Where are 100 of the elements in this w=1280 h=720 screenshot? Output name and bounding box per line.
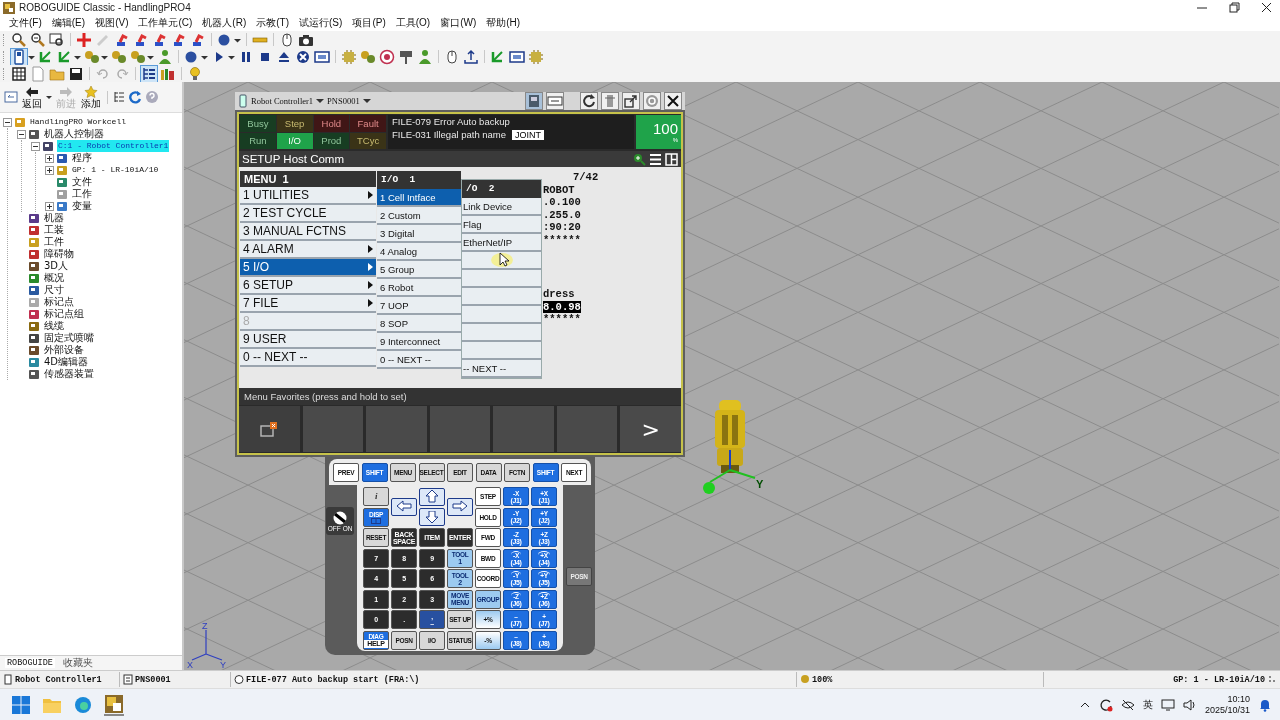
zoom-out-icon[interactable] xyxy=(30,31,46,48)
windows-logo-icon[interactable] xyxy=(12,695,30,714)
refresh-icon[interactable] xyxy=(580,92,598,110)
robot-arm-icon[interactable] xyxy=(152,31,168,48)
menubar-item[interactable]: 试运行(S) xyxy=(295,15,349,31)
upload-icon[interactable] xyxy=(463,48,479,65)
tree-item[interactable]: GP: 1 - LR-10iA/10 xyxy=(71,164,160,176)
panel-icon[interactable] xyxy=(4,90,18,104)
monitor-icon[interactable] xyxy=(509,48,525,65)
tree-item[interactable]: C:1 - Robot Controller1 xyxy=(57,140,170,152)
tree-item[interactable]: 工件 xyxy=(43,236,65,248)
collapse-box-icon[interactable] xyxy=(31,141,40,151)
speaker-icon[interactable] xyxy=(1182,697,1197,712)
menu-option[interactable]: 1 Cell Intface xyxy=(377,189,461,207)
popout-icon[interactable] xyxy=(622,92,640,110)
refresh-icon[interactable] xyxy=(128,90,142,104)
clock[interactable]: 10:10 2025/10/31 xyxy=(1204,693,1250,716)
pendant-key[interactable]: i xyxy=(363,487,389,506)
pendant-key[interactable] xyxy=(419,508,445,526)
pendant-key[interactable] xyxy=(419,487,445,506)
tree-item[interactable]: 标记点 xyxy=(43,296,75,308)
menu-option[interactable]: 6 Robot xyxy=(377,279,461,297)
grid-icon[interactable] xyxy=(11,65,27,82)
menu-option[interactable]: 8 SOP xyxy=(377,315,461,333)
program-dropdown[interactable]: PNS0001 xyxy=(327,96,360,106)
tree-item[interactable]: 变量 xyxy=(71,200,93,212)
tree-item[interactable]: 程序 xyxy=(71,152,93,164)
tree-item[interactable]: 概况 xyxy=(43,272,65,284)
menubar-item[interactable]: 文件(F) xyxy=(5,15,48,31)
menu-option[interactable]: 6 SETUP xyxy=(240,277,376,295)
tree-item[interactable]: 传感器装置 xyxy=(43,368,95,380)
expand-box-icon[interactable] xyxy=(45,201,54,211)
app-icon[interactable] xyxy=(104,693,124,716)
robot-arm-icon[interactable] xyxy=(171,31,187,48)
menubar-item[interactable]: 视图(V) xyxy=(91,15,135,31)
menu-option[interactable]: 4 ALARM xyxy=(240,241,376,259)
sign-icon[interactable] xyxy=(398,48,414,65)
tree-item[interactable]: 机器 xyxy=(43,212,65,224)
tree-item[interactable]: 尺寸 xyxy=(43,284,65,296)
tree-item[interactable]: 工装 xyxy=(43,224,65,236)
panel-tab[interactable]: ROBOGUIDE xyxy=(5,658,55,668)
menubar-item[interactable]: 机器人(R) xyxy=(198,15,253,31)
menubar-item[interactable]: 示教(T) xyxy=(252,15,296,31)
move-icon[interactable] xyxy=(76,31,92,48)
input-language[interactable]: 英 xyxy=(1142,697,1153,712)
menu-option[interactable]: 3 Digital xyxy=(377,225,461,243)
function-key[interactable]: > xyxy=(620,406,682,452)
outline-icon[interactable] xyxy=(113,90,125,104)
menubar-item[interactable]: 工作单元(C) xyxy=(134,15,199,31)
menu-option[interactable]: 2 TEST CYCLE xyxy=(240,205,376,223)
robot-arm-icon[interactable] xyxy=(190,31,206,48)
menu-option[interactable]: 9 USER xyxy=(240,331,376,349)
monitor-icon[interactable] xyxy=(314,48,330,65)
tree-item[interactable]: 固定式喷嘴 xyxy=(43,332,95,344)
close-icon[interactable] xyxy=(664,92,682,110)
arrow-icon[interactable] xyxy=(490,48,506,65)
nav-button[interactable]: 添加 xyxy=(80,85,102,109)
tree-item[interactable]: 外部设备 xyxy=(43,344,85,356)
tree-item[interactable]: 文件 xyxy=(71,176,93,188)
split-view-icon[interactable] xyxy=(665,152,678,166)
menu-option[interactable]: 7 FILE xyxy=(240,295,376,313)
panel-tab[interactable]: 收藏夹 xyxy=(60,656,95,670)
menu-option[interactable]: 0 -- NEXT -- xyxy=(377,351,461,369)
menu-option[interactable]: Flag xyxy=(462,216,541,234)
menu-option[interactable]: EtherNet/IP xyxy=(462,234,541,252)
cancel-icon[interactable] xyxy=(295,48,311,65)
menubar-item[interactable]: 编辑(E) xyxy=(47,15,92,31)
person-icon[interactable] xyxy=(417,48,433,65)
menu-option[interactable]: Link Device xyxy=(462,198,541,216)
caret-icon[interactable] xyxy=(316,97,325,105)
menubar-item[interactable]: 帮助(H) xyxy=(482,15,527,31)
controller-dropdown[interactable]: Robot Controller1 xyxy=(251,96,314,106)
function-key[interactable] xyxy=(239,406,300,452)
zoom-box-icon[interactable] xyxy=(49,31,65,48)
zoom-in-icon[interactable] xyxy=(633,152,646,166)
browser-icon[interactable] xyxy=(74,695,92,714)
menu-option[interactable]: 0 -- NEXT -- xyxy=(240,349,376,367)
tree-item[interactable]: 线缆 xyxy=(43,320,65,332)
robot-arm-icon[interactable] xyxy=(114,31,130,48)
pendant-key[interactable] xyxy=(391,497,417,516)
tree-view-icon[interactable] xyxy=(141,65,157,82)
menu-option[interactable]: 9 Interconnect xyxy=(377,333,461,351)
menu-option[interactable]: 7 UOP xyxy=(377,297,461,315)
target-icon[interactable] xyxy=(379,48,395,65)
menubar-item[interactable]: 工具(O) xyxy=(391,15,437,31)
expand-box-icon[interactable] xyxy=(45,153,54,163)
menu-option[interactable]: 5 Group xyxy=(377,261,461,279)
expand-box-icon[interactable] xyxy=(45,165,54,175)
menu-icon[interactable] xyxy=(649,152,662,166)
save-icon[interactable] xyxy=(68,65,84,82)
collapse-box-icon[interactable] xyxy=(3,117,12,127)
menu-option[interactable]: 2 Custom xyxy=(377,207,461,225)
robot-arm-icon[interactable] xyxy=(133,31,149,48)
caret-icon[interactable] xyxy=(362,97,371,105)
menu-option[interactable]: 1 UTILITIES xyxy=(240,187,376,205)
menubar-item[interactable]: 窗口(W) xyxy=(436,15,483,31)
menu-option[interactable]: 5 I/O xyxy=(240,259,376,277)
nav-button[interactable]: 返回 xyxy=(21,85,43,109)
menu-option[interactable]: 4 Analog xyxy=(377,243,461,261)
hidden-eye-icon[interactable] xyxy=(1120,697,1135,712)
